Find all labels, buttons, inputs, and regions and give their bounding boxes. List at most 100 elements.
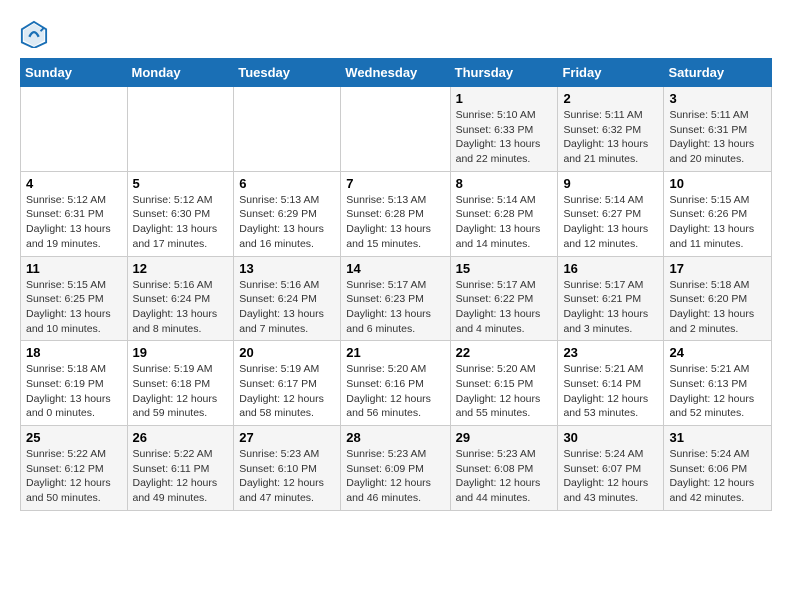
calendar-cell: 10 Sunrise: 5:15 AM Sunset: 6:26 PM Dayli… [664,171,772,256]
day-number: 5 [133,176,229,191]
day-number: 9 [563,176,658,191]
day-info: Sunrise: 5:14 AM Sunset: 6:28 PM Dayligh… [456,193,553,252]
day-number: 27 [239,430,335,445]
calendar-cell: 27 Sunrise: 5:23 AM Sunset: 6:10 PM Dayli… [234,426,341,511]
calendar-cell: 2Sunrise: 5:11 AM Sunset: 6:32 PM Daylig… [558,87,664,172]
day-info: Sunrise: 5:18 AM Sunset: 6:19 PM Dayligh… [26,362,122,421]
day-number: 17 [669,261,766,276]
calendar-cell: 11 Sunrise: 5:15 AM Sunset: 6:25 PM Dayli… [21,256,128,341]
calendar-cell: 29 Sunrise: 5:23 AM Sunset: 6:08 PM Dayli… [450,426,558,511]
calendar-header-row: SundayMondayTuesdayWednesdayThursdayFrid… [21,59,772,87]
day-info: Sunrise: 5:22 AM Sunset: 6:11 PM Dayligh… [133,447,229,506]
calendar-cell: 3 Sunrise: 5:11 AM Sunset: 6:31 PM Daylig… [664,87,772,172]
day-number: 29 [456,430,553,445]
day-number: 16 [563,261,658,276]
day-number: 19 [133,345,229,360]
day-number: 28 [346,430,444,445]
day-info: Sunrise: 5:12 AM Sunset: 6:30 PM Dayligh… [133,193,229,252]
day-number: 22 [456,345,553,360]
day-number: 2 [563,91,658,106]
day-info: Sunrise: 5:20 AM Sunset: 6:15 PM Dayligh… [456,362,553,421]
day-number: 25 [26,430,122,445]
day-number: 8 [456,176,553,191]
day-info: Sunrise: 5:17 AM Sunset: 6:21 PM Dayligh… [563,278,658,337]
calendar-cell: 8 Sunrise: 5:14 AM Sunset: 6:28 PM Daylig… [450,171,558,256]
page-header [20,20,772,48]
calendar-cell: 13Sunrise: 5:16 AM Sunset: 6:24 PM Dayli… [234,256,341,341]
day-info: Sunrise: 5:17 AM Sunset: 6:23 PM Dayligh… [346,278,444,337]
calendar-cell: 23 Sunrise: 5:21 AM Sunset: 6:14 PM Dayli… [558,341,664,426]
header-saturday: Saturday [664,59,772,87]
calendar-cell: 22 Sunrise: 5:20 AM Sunset: 6:15 PM Dayli… [450,341,558,426]
calendar-table: SundayMondayTuesdayWednesdayThursdayFrid… [20,58,772,511]
calendar-cell: 9Sunrise: 5:14 AM Sunset: 6:27 PM Daylig… [558,171,664,256]
day-number: 14 [346,261,444,276]
calendar-cell: 25 Sunrise: 5:22 AM Sunset: 6:12 PM Dayli… [21,426,128,511]
day-number: 10 [669,176,766,191]
header-thursday: Thursday [450,59,558,87]
week-row-1: 1 Sunrise: 5:10 AM Sunset: 6:33 PM Daylig… [21,87,772,172]
calendar-cell: 5 Sunrise: 5:12 AM Sunset: 6:30 PM Daylig… [127,171,234,256]
day-info: Sunrise: 5:19 AM Sunset: 6:17 PM Dayligh… [239,362,335,421]
day-info: Sunrise: 5:18 AM Sunset: 6:20 PM Dayligh… [669,278,766,337]
day-info: Sunrise: 5:15 AM Sunset: 6:25 PM Dayligh… [26,278,122,337]
day-number: 31 [669,430,766,445]
day-number: 26 [133,430,229,445]
day-info: Sunrise: 5:12 AM Sunset: 6:31 PM Dayligh… [26,193,122,252]
day-info: Sunrise: 5:23 AM Sunset: 6:10 PM Dayligh… [239,447,335,506]
day-number: 20 [239,345,335,360]
day-info: Sunrise: 5:23 AM Sunset: 6:08 PM Dayligh… [456,447,553,506]
week-row-2: 4Sunrise: 5:12 AM Sunset: 6:31 PM Daylig… [21,171,772,256]
day-info: Sunrise: 5:21 AM Sunset: 6:14 PM Dayligh… [563,362,658,421]
day-info: Sunrise: 5:15 AM Sunset: 6:26 PM Dayligh… [669,193,766,252]
header-sunday: Sunday [21,59,128,87]
calendar-cell: 19 Sunrise: 5:19 AM Sunset: 6:18 PM Dayli… [127,341,234,426]
day-info: Sunrise: 5:13 AM Sunset: 6:28 PM Dayligh… [346,193,444,252]
day-info: Sunrise: 5:11 AM Sunset: 6:31 PM Dayligh… [669,108,766,167]
calendar-cell: 26 Sunrise: 5:22 AM Sunset: 6:11 PM Dayli… [127,426,234,511]
day-info: Sunrise: 5:21 AM Sunset: 6:13 PM Dayligh… [669,362,766,421]
day-number: 18 [26,345,122,360]
calendar-cell: 14 Sunrise: 5:17 AM Sunset: 6:23 PM Dayli… [341,256,450,341]
calendar-cell: 21Sunrise: 5:20 AM Sunset: 6:16 PM Dayli… [341,341,450,426]
day-info: Sunrise: 5:16 AM Sunset: 6:24 PM Dayligh… [239,278,335,337]
day-info: Sunrise: 5:24 AM Sunset: 6:06 PM Dayligh… [669,447,766,506]
calendar-cell: 15 Sunrise: 5:17 AM Sunset: 6:22 PM Dayli… [450,256,558,341]
header-monday: Monday [127,59,234,87]
week-row-5: 25 Sunrise: 5:22 AM Sunset: 6:12 PM Dayli… [21,426,772,511]
day-number: 15 [456,261,553,276]
day-info: Sunrise: 5:10 AM Sunset: 6:33 PM Dayligh… [456,108,553,167]
calendar-cell: 4Sunrise: 5:12 AM Sunset: 6:31 PM Daylig… [21,171,128,256]
day-number: 3 [669,91,766,106]
day-info: Sunrise: 5:17 AM Sunset: 6:22 PM Dayligh… [456,278,553,337]
day-number: 11 [26,261,122,276]
day-info: Sunrise: 5:22 AM Sunset: 6:12 PM Dayligh… [26,447,122,506]
day-info: Sunrise: 5:16 AM Sunset: 6:24 PM Dayligh… [133,278,229,337]
calendar-cell: 1 Sunrise: 5:10 AM Sunset: 6:33 PM Daylig… [450,87,558,172]
calendar-cell: 6 Sunrise: 5:13 AM Sunset: 6:29 PM Daylig… [234,171,341,256]
header-tuesday: Tuesday [234,59,341,87]
calendar-cell: 24Sunrise: 5:21 AM Sunset: 6:13 PM Dayli… [664,341,772,426]
calendar-cell: 31 Sunrise: 5:24 AM Sunset: 6:06 PM Dayli… [664,426,772,511]
day-info: Sunrise: 5:13 AM Sunset: 6:29 PM Dayligh… [239,193,335,252]
calendar-cell: 28 Sunrise: 5:23 AM Sunset: 6:09 PM Dayli… [341,426,450,511]
day-info: Sunrise: 5:19 AM Sunset: 6:18 PM Dayligh… [133,362,229,421]
day-number: 23 [563,345,658,360]
calendar-cell [234,87,341,172]
day-number: 6 [239,176,335,191]
header-wednesday: Wednesday [341,59,450,87]
calendar-cell: 30 Sunrise: 5:24 AM Sunset: 6:07 PM Dayli… [558,426,664,511]
logo [20,20,52,48]
header-friday: Friday [558,59,664,87]
day-number: 1 [456,91,553,106]
day-info: Sunrise: 5:24 AM Sunset: 6:07 PM Dayligh… [563,447,658,506]
calendar-cell: 18 Sunrise: 5:18 AM Sunset: 6:19 PM Dayli… [21,341,128,426]
calendar-cell [21,87,128,172]
day-info: Sunrise: 5:23 AM Sunset: 6:09 PM Dayligh… [346,447,444,506]
calendar-cell: 7Sunrise: 5:13 AM Sunset: 6:28 PM Daylig… [341,171,450,256]
week-row-4: 18 Sunrise: 5:18 AM Sunset: 6:19 PM Dayli… [21,341,772,426]
week-row-3: 11 Sunrise: 5:15 AM Sunset: 6:25 PM Dayli… [21,256,772,341]
day-number: 30 [563,430,658,445]
logo-icon [20,20,48,48]
calendar-cell [127,87,234,172]
